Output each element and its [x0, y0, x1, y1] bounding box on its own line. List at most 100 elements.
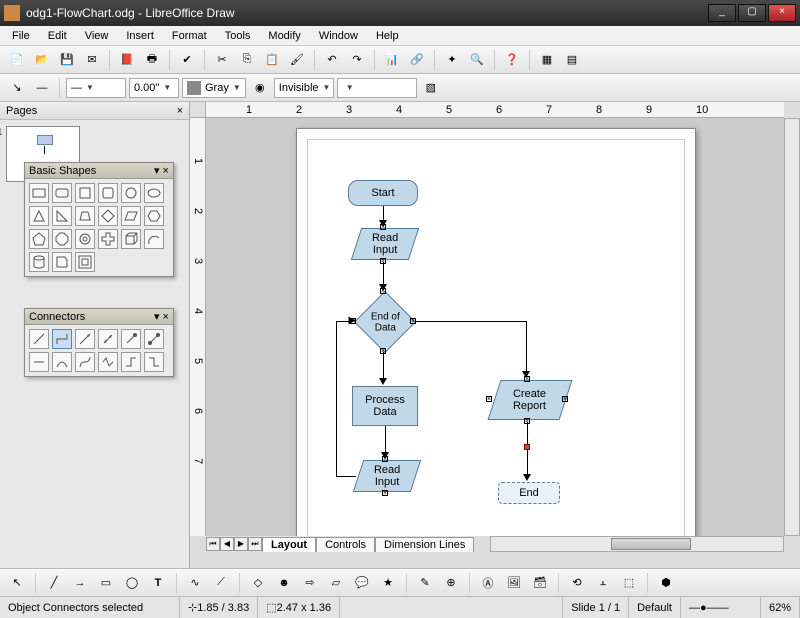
basic-shapes-tool[interactable]: ◇ — [247, 572, 269, 594]
rotate-tool[interactable]: ⟲ — [566, 572, 588, 594]
ellipse-tool[interactable]: ◯ — [121, 572, 143, 594]
menu-insert[interactable]: Insert — [118, 28, 162, 44]
glue-tool[interactable]: ⊕ — [440, 572, 462, 594]
line-style-dropdown[interactable]: —▼ — [66, 78, 126, 98]
callout-tool[interactable]: 💬 — [351, 572, 373, 594]
shape-hexagon-icon[interactable] — [144, 206, 164, 226]
menu-file[interactable]: File — [4, 28, 38, 44]
block-arrows-tool[interactable]: ⇨ — [299, 572, 321, 594]
canvas-viewport[interactable]: Start Read Input × × End of Data × × × — [206, 118, 784, 536]
shape-create-report[interactable]: Create Report — [488, 380, 573, 420]
shape-process[interactable]: Process Data — [352, 386, 418, 426]
shape-roundrect-icon[interactable] — [52, 183, 72, 203]
format-paint-button[interactable]: 🖌 — [286, 49, 308, 71]
tab-nav-last[interactable]: ⏭ — [248, 537, 262, 551]
menu-edit[interactable]: Edit — [40, 28, 75, 44]
connector-step-icon[interactable] — [121, 352, 141, 372]
shape-frame-icon[interactable] — [75, 252, 95, 272]
palette-dropdown-icon[interactable]: ▾ × — [154, 310, 169, 323]
shape-read-input-1[interactable]: Read Input — [351, 228, 419, 260]
tab-dimension[interactable]: Dimension Lines — [375, 537, 474, 552]
horizontal-scrollbar[interactable] — [490, 536, 784, 552]
shape-cube-icon[interactable] — [121, 229, 141, 249]
shape-folded-icon[interactable] — [52, 252, 72, 272]
shape-diamond-icon[interactable] — [98, 206, 118, 226]
undo-button[interactable]: ↶ — [321, 49, 343, 71]
connection-handle[interactable] — [524, 444, 530, 450]
arrow-tool[interactable]: → — [69, 572, 91, 594]
curve-tool[interactable]: ∿ — [184, 572, 206, 594]
shape-cylinder-icon[interactable] — [29, 252, 49, 272]
menu-tools[interactable]: Tools — [217, 28, 259, 44]
tab-controls[interactable]: Controls — [316, 537, 375, 552]
shape-triangle-icon[interactable] — [29, 206, 49, 226]
shape-pentagon-icon[interactable] — [29, 229, 49, 249]
shape-arc-icon[interactable] — [144, 229, 164, 249]
shape-cross-icon[interactable] — [98, 229, 118, 249]
shape-trapezoid-icon[interactable] — [75, 206, 95, 226]
connector-zigzag-icon[interactable] — [98, 352, 118, 372]
page[interactable]: Start Read Input × × End of Data × × × — [296, 128, 696, 536]
symbol-shapes-tool[interactable]: ☻ — [273, 572, 295, 594]
line-color-dropdown[interactable]: Gray▼ — [182, 78, 246, 98]
vertical-scrollbar[interactable] — [784, 118, 800, 536]
rect-tool[interactable]: ▭ — [95, 572, 117, 594]
shape-ring-icon[interactable] — [75, 229, 95, 249]
align-tool[interactable]: ⫠ — [592, 572, 614, 594]
shape-rtriangle-icon[interactable] — [52, 206, 72, 226]
open-button[interactable]: 📂 — [31, 49, 53, 71]
connector-step2-icon[interactable] — [144, 352, 164, 372]
stars-tool[interactable]: ★ — [377, 572, 399, 594]
export-pdf-button[interactable]: 📕 — [116, 49, 138, 71]
save-button[interactable]: 💾 — [56, 49, 78, 71]
hyperlink-button[interactable]: 🔗 — [406, 49, 428, 71]
tab-nav-first[interactable]: ⏮ — [206, 537, 220, 551]
connector-curve-icon[interactable] — [52, 352, 72, 372]
tab-nav-next[interactable]: ▶ — [234, 537, 248, 551]
zoom-button[interactable]: 🔍 — [466, 49, 488, 71]
menu-format[interactable]: Format — [164, 28, 215, 44]
gallery-tool[interactable]: 🗃 — [529, 572, 551, 594]
menu-help[interactable]: Help — [368, 28, 407, 44]
line-end-button[interactable]: — — [31, 77, 53, 99]
status-zoom[interactable]: 62% — [761, 597, 800, 618]
arrange-tool[interactable]: ⬚ — [618, 572, 640, 594]
copy-button[interactable]: ⎘ — [236, 49, 258, 71]
tab-nav-prev[interactable]: ◀ — [220, 537, 234, 551]
shape-roundsquare-icon[interactable] — [98, 183, 118, 203]
shape-square-icon[interactable] — [75, 183, 95, 203]
area-button[interactable]: ◉ — [249, 77, 271, 99]
basic-shapes-palette[interactable]: Basic Shapes▾ × — [24, 162, 174, 277]
tab-layout[interactable]: Layout — [262, 537, 316, 552]
connector-line-icon[interactable] — [29, 352, 49, 372]
pages-panel-close-icon[interactable]: × — [177, 105, 183, 117]
connector-straight-icon[interactable] — [29, 329, 49, 349]
grid-button[interactable]: ▦ — [536, 49, 558, 71]
menu-modify[interactable]: Modify — [260, 28, 308, 44]
new-button[interactable]: 📄 — [6, 49, 28, 71]
zoom-slider[interactable]: —●—— — [681, 597, 761, 618]
connector-tool[interactable]: ⟋ — [210, 572, 232, 594]
shape-decision[interactable]: End of Data — [354, 291, 416, 353]
connector-curve2-icon[interactable] — [75, 352, 95, 372]
email-button[interactable]: ✉ — [81, 49, 103, 71]
maximize-button[interactable]: ▢ — [738, 4, 766, 22]
line-width-dropdown[interactable]: 0.00"▼ — [129, 78, 179, 98]
shape-octagon-icon[interactable] — [52, 229, 72, 249]
minimize-button[interactable]: _ — [708, 4, 736, 22]
shape-end[interactable]: End — [498, 482, 560, 504]
guides-button[interactable]: ▤ — [561, 49, 583, 71]
shape-circle-icon[interactable] — [121, 183, 141, 203]
points-tool[interactable]: ✎ — [414, 572, 436, 594]
chart-button[interactable]: 📊 — [381, 49, 403, 71]
shadow-button[interactable]: ▧ — [420, 77, 442, 99]
extrusion-tool[interactable]: ⬢ — [655, 572, 677, 594]
connector-arrow-icon[interactable] — [75, 329, 95, 349]
print-button[interactable]: 🖶 — [141, 49, 163, 71]
connector-ortho-icon[interactable] — [52, 329, 72, 349]
fontwork-tool[interactable]: Ⓐ — [477, 572, 499, 594]
menu-view[interactable]: View — [77, 28, 117, 44]
shape-parallelogram-icon[interactable] — [121, 206, 141, 226]
connectors-palette[interactable]: Connectors▾ × — [24, 308, 174, 377]
fill-style-dropdown[interactable]: Invisible▼ — [274, 78, 334, 98]
